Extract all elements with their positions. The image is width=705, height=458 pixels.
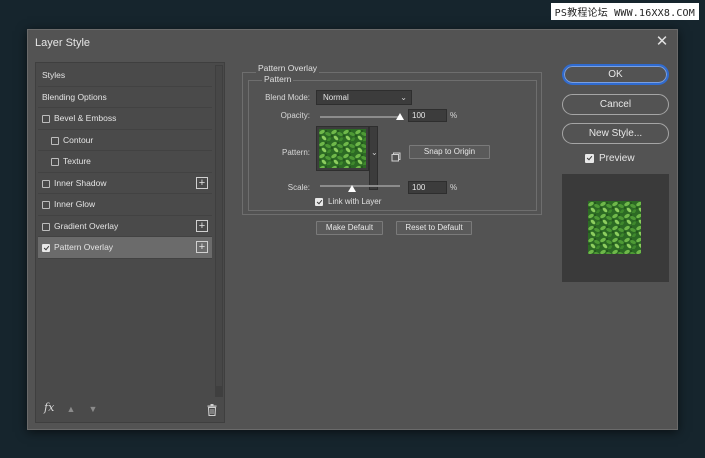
opacity-label: Opacity: <box>280 111 310 120</box>
style-item-inner-glow[interactable]: Inner Glow <box>38 194 212 216</box>
fx-icon[interactable]: fx <box>44 401 54 414</box>
blend-mode-select[interactable]: Normal ⌄ <box>316 90 412 105</box>
scale-slider-thumb[interactable] <box>348 185 356 192</box>
style-item-label: Texture <box>63 156 91 166</box>
link-with-layer-checkbox[interactable] <box>315 198 323 206</box>
dialog-title: Layer Style <box>35 37 91 49</box>
style-item-inner-shadow[interactable]: Inner Shadow + <box>38 173 212 194</box>
style-checkbox[interactable] <box>42 201 50 209</box>
pattern-thumbnail <box>319 129 366 168</box>
pattern-picker[interactable] <box>316 126 369 171</box>
style-checkbox[interactable] <box>42 222 50 231</box>
opacity-slider-thumb[interactable] <box>396 113 404 120</box>
style-checkbox[interactable] <box>51 158 59 166</box>
preview-area <box>562 174 669 282</box>
style-item-label: Inner Glow <box>54 199 96 209</box>
add-effect-icon[interactable]: + <box>196 219 208 232</box>
title-bar: Layer Style ✕ <box>28 30 677 56</box>
opacity-unit: % <box>450 111 458 120</box>
scale-input[interactable]: 100 <box>408 181 447 194</box>
scale-label: Scale: <box>287 183 310 192</box>
pattern-overlay-heading: Pattern Overlay <box>256 63 320 73</box>
chevron-down-icon[interactable]: ⌄ <box>371 148 378 157</box>
style-item-label: Bevel & Emboss <box>54 113 117 123</box>
add-effect-icon[interactable]: + <box>196 176 208 189</box>
style-item-bevel-emboss[interactable]: Bevel & Emboss <box>38 108 212 130</box>
make-default-button[interactable]: Make Default <box>316 221 383 235</box>
new-preset-icon[interactable] <box>391 149 401 162</box>
style-item-blending-options[interactable]: Blending Options <box>38 87 212 108</box>
scale-slider[interactable] <box>320 185 400 187</box>
new-style-button[interactable]: New Style... <box>562 123 669 144</box>
style-item-label: Contour <box>63 134 94 145</box>
scrollbar-thumb[interactable] <box>216 66 222 386</box>
add-effect-icon[interactable]: + <box>196 241 208 253</box>
style-item-label: Inner Shadow <box>54 177 107 188</box>
snap-to-origin-button[interactable]: Snap to Origin <box>409 145 490 159</box>
styles-footer: fx ▲ ▼ <box>36 398 224 422</box>
preview-checkbox[interactable] <box>585 154 594 163</box>
style-checkbox[interactable] <box>42 179 50 188</box>
blend-mode-label: Blend Mode: <box>265 93 310 102</box>
style-item-gradient-overlay[interactable]: Gradient Overlay + <box>38 216 212 237</box>
style-item-contour[interactable]: Contour <box>38 130 212 151</box>
style-item-label: Styles <box>42 70 66 80</box>
opacity-input[interactable]: 100 <box>408 109 447 122</box>
reset-to-default-button[interactable]: Reset to Default <box>396 221 472 235</box>
scale-unit: % <box>450 183 458 192</box>
link-with-layer-label: Link with Layer <box>328 197 382 206</box>
style-item-pattern-overlay[interactable]: Pattern Overlay + <box>38 237 212 259</box>
blend-mode-value: Normal <box>323 93 349 102</box>
style-checkbox[interactable] <box>42 115 50 123</box>
styles-scrollbar[interactable] <box>215 65 223 397</box>
style-item-texture[interactable]: Texture <box>38 151 212 173</box>
trash-icon[interactable] <box>207 403 217 417</box>
style-item-styles[interactable]: Styles <box>38 65 212 87</box>
ok-button[interactable]: OK <box>562 64 669 85</box>
move-up-icon[interactable]: ▲ <box>66 404 76 414</box>
styles-list: Styles Blending Options Bevel & Emboss Cont… <box>38 65 212 259</box>
pattern-subgroup-heading: Pattern <box>262 74 294 84</box>
style-item-label: Gradient Overlay <box>54 220 119 231</box>
style-checkbox[interactable] <box>51 136 59 145</box>
watermark: PS教程论坛 WWW.16XX8.COM <box>550 3 699 20</box>
chevron-down-icon: ⌄ <box>400 93 407 102</box>
preview-label: Preview <box>599 153 635 164</box>
close-icon[interactable]: ✕ <box>653 33 671 51</box>
pattern-label: Pattern: <box>281 148 310 157</box>
move-down-icon[interactable]: ▼ <box>88 404 98 414</box>
opacity-slider[interactable] <box>320 116 400 118</box>
preview-swatch <box>588 201 641 254</box>
style-item-label: Blending Options <box>42 91 107 102</box>
style-checkbox[interactable] <box>42 244 50 252</box>
cancel-button[interactable]: Cancel <box>562 94 669 115</box>
pattern-picker-side[interactable] <box>369 126 378 190</box>
styles-panel: Styles Blending Options Bevel & Emboss Cont… <box>35 62 225 423</box>
style-item-label: Pattern Overlay <box>54 242 114 252</box>
